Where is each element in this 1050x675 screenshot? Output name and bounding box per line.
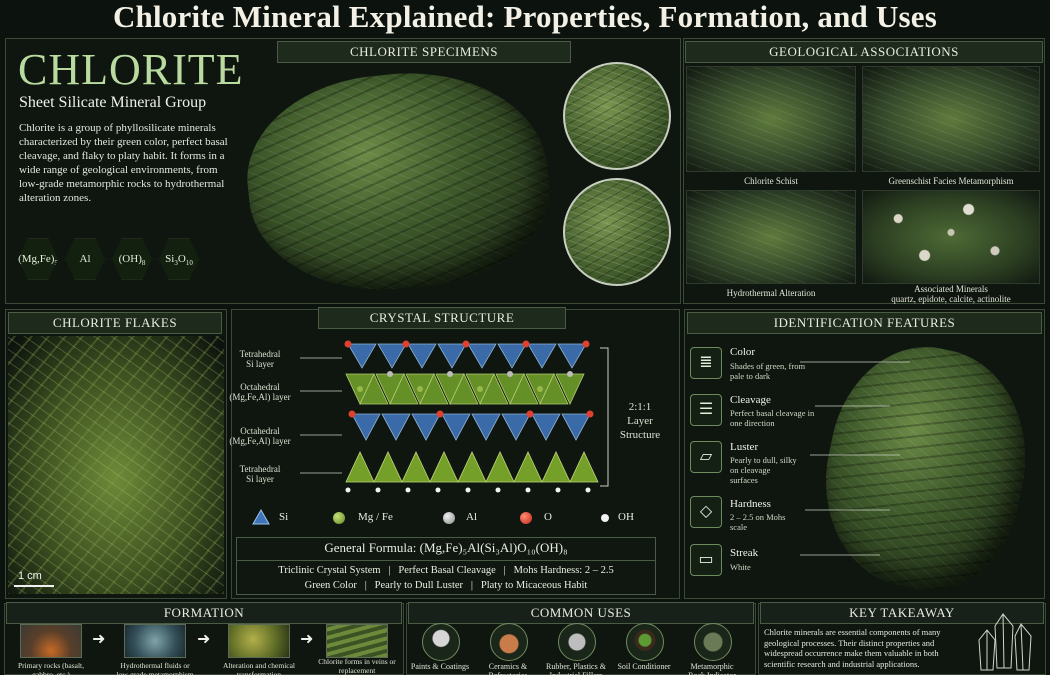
geo-caption-schist: Chlorite Schist	[744, 176, 798, 186]
formation-step-1-image	[20, 624, 82, 658]
feature-title-streak: Streak	[730, 547, 759, 559]
arrow-right-icon: ➜	[92, 631, 106, 648]
formation-step-3: Alteration and chemical transformation	[222, 661, 296, 675]
specimens-header: CHLORITE SPECIMENS	[277, 41, 571, 63]
formation-step-3-image	[228, 624, 290, 658]
paint-can-icon	[422, 623, 460, 661]
properties-line-1: Triclinic Crystal System | Perfect Basal…	[278, 565, 614, 576]
mineral-subtitle: Sheet Silicate Mineral Group	[19, 94, 207, 111]
formation-step-2-image	[124, 624, 186, 658]
legend-si-icon	[252, 509, 270, 525]
flakes-header: CHLORITE FLAKES	[8, 312, 222, 334]
legend-al-icon	[443, 512, 455, 524]
mineral-name: CHLORITE	[18, 45, 244, 94]
geo-image-associated	[862, 190, 1040, 284]
layers-icon: ≣	[690, 347, 722, 379]
formation-header: FORMATION	[6, 602, 402, 624]
feature-title-luster: Luster	[730, 441, 759, 453]
seedling-icon	[626, 623, 664, 661]
structure-label: 2:1:1 Layer Structure	[619, 401, 661, 441]
scale-label: 1 cm	[18, 570, 42, 582]
layer-label-3: Octahedral (Mg,Fe,Al) layer	[229, 426, 291, 446]
geo-image-schist	[686, 66, 856, 172]
legend-si: Si	[279, 511, 289, 523]
layer-label-1: Tetrahedral Si layer	[239, 349, 281, 369]
formula-line: General Formula: (Mg,Fe)₅Al(Si₃Al)O₁₀(OH…	[324, 540, 568, 555]
use-label-ceramics: Ceramics & Refractories	[488, 662, 528, 675]
geo-header: GEOLOGICAL ASSOCIATIONS	[685, 41, 1043, 63]
rock-icon	[694, 623, 732, 661]
formation-step-1: Primary rocks (basalt, gabbro, etc.)	[17, 661, 85, 675]
cleavage-icon: ☰	[690, 394, 722, 426]
formula-divider	[236, 560, 656, 561]
crystal-header: CRYSTAL STRUCTURE	[318, 307, 566, 329]
geo-caption-associated-sub: quartz, epidote, calcite, actinolite	[891, 294, 1011, 304]
legend-oh-icon	[601, 514, 609, 522]
vase-icon	[490, 623, 528, 661]
geo-image-hydrothermal	[686, 190, 856, 284]
takeaway-text: Chlorite minerals are essential componen…	[764, 627, 941, 669]
feature-title-hardness: Hardness	[730, 498, 771, 510]
scale-bar	[14, 585, 54, 587]
streak-icon: ▭	[690, 544, 722, 576]
crystal-cluster-icon	[978, 613, 1032, 671]
specimen-closeup-1	[563, 62, 671, 170]
feature-title-color: Color	[730, 346, 756, 358]
layer-label-2: Octahedral (Mg,Fe,Al) layer	[229, 382, 291, 402]
geo-image-greenschist	[862, 66, 1040, 172]
use-label-rubber: Rubber, Plastics & Industrial Fillers	[546, 662, 606, 675]
pipe-roll-icon	[558, 623, 596, 661]
page-title: Chlorite Mineral Explained: Properties, …	[112, 0, 938, 34]
mineral-description: Chlorite is a group of phyllosilicate mi…	[19, 122, 228, 204]
chlorite-flakes-image	[8, 336, 224, 594]
formation-step-4: Chlorite forms in veins or replacement	[318, 657, 396, 675]
legend-al: Al	[466, 511, 477, 523]
crystal-structure-diagram	[300, 340, 609, 493]
legend-o-icon	[520, 512, 532, 524]
feature-title-cleavage: Cleavage	[730, 394, 771, 406]
legend-oh: OH	[618, 511, 634, 523]
legend-mgfe: Mg / Fe	[358, 511, 393, 523]
properties-line-2: Green Color | Pearly to Dull Luster | Pl…	[304, 580, 588, 591]
geo-caption-associated: Associated Minerals	[914, 284, 988, 294]
use-label-metamorphic: Metamorphic Rock Indicator	[688, 662, 736, 675]
identification-leader-lines	[800, 361, 910, 556]
diamond-icon: ◇	[690, 496, 722, 528]
legend-o: O	[544, 511, 552, 523]
legend-mgfe-icon	[333, 512, 345, 524]
arrow-right-icon: ➜	[300, 631, 314, 648]
use-label-paints: Paints & Coatings	[410, 662, 470, 671]
geo-caption-greenschist: Greenschist Facies Metamorphism	[888, 176, 1014, 186]
identification-header: IDENTIFICATION FEATURES	[687, 312, 1042, 334]
uses-header: COMMON USES	[408, 602, 754, 624]
layer-label-4: Tetrahedral Si layer	[239, 464, 281, 484]
use-label-soil: Soil Conditioner	[617, 662, 671, 671]
geo-caption-hydrothermal: Hydrothermal Alteration	[726, 288, 816, 298]
formation-step-2: Hydrothermal fluids or low-grade metamor…	[116, 661, 194, 675]
formation-step-4-image	[326, 624, 388, 658]
luster-icon: ▱	[690, 441, 722, 473]
specimen-closeup-2	[563, 178, 671, 286]
arrow-right-icon: ➜	[197, 631, 211, 648]
